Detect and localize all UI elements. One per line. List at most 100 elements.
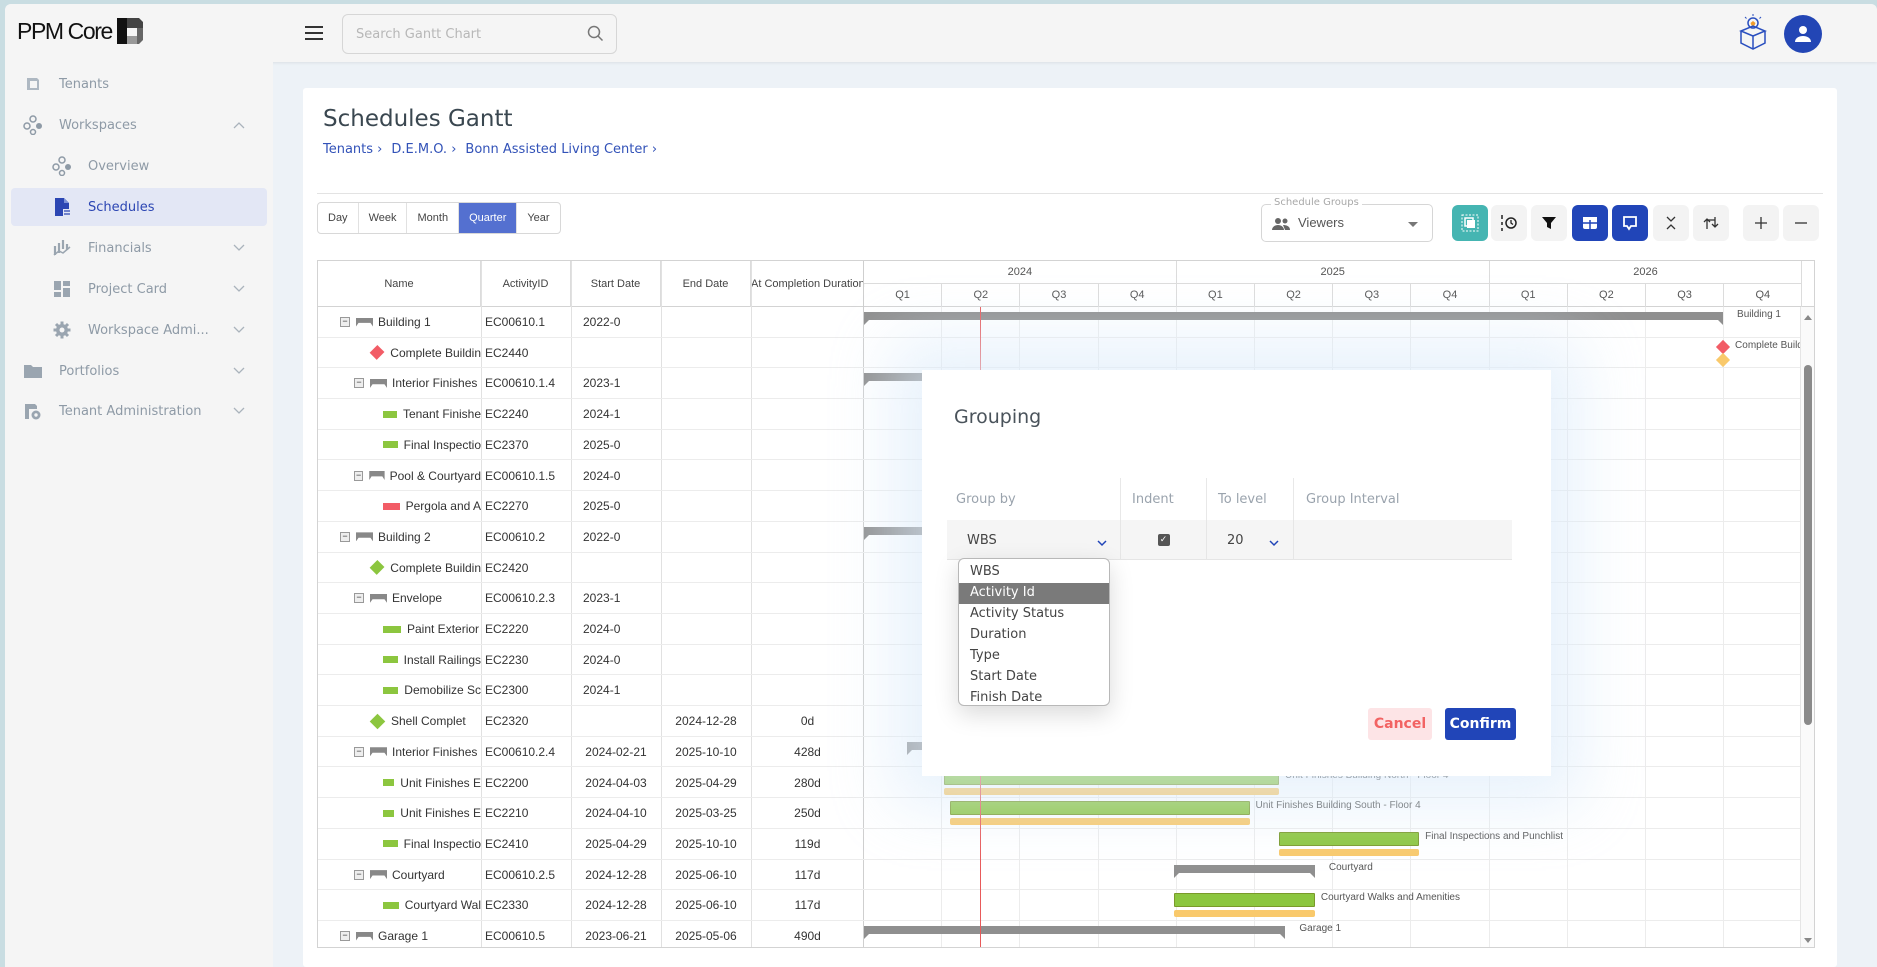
option-start-date[interactable]: Start Date [959,667,1109,688]
collapse-toggle-icon[interactable]: − [340,931,350,941]
collapse-toggle-icon[interactable]: − [354,470,364,481]
baseline-history-button[interactable] [1491,205,1527,241]
chevron-down-icon[interactable] [233,364,245,379]
activity-name: Interior Finishes [392,376,478,391]
divider [317,193,1823,194]
select-copy-button[interactable] [1452,205,1488,241]
sidebar-item-workspace-admin[interactable]: Workspace Admi... [11,311,267,349]
task-bar[interactable] [949,801,1250,816]
to-level-value: 20 [1227,532,1244,548]
scroll-down-icon[interactable] [1804,938,1812,943]
column-header-duration[interactable]: At Completion Duration [751,261,865,307]
summary-bar[interactable] [1173,864,1315,878]
zoom-in-button[interactable] [1743,205,1779,241]
chevron-down-icon[interactable] [233,404,245,419]
option-finish-date[interactable]: Finish Date [959,688,1109,709]
sidebar-item-schedules[interactable]: Schedules [11,188,267,226]
chevron-up-icon[interactable] [233,118,245,133]
sidebar-item-overview[interactable]: Overview [11,147,267,185]
cell-activity-id: EC2320 [485,714,529,729]
group-by-select[interactable]: WBS [947,520,1121,560]
logo[interactable]: PPM Core [17,16,145,46]
view-day-button[interactable]: Day [318,203,359,233]
option-activity-status[interactable]: Activity Status [959,604,1109,625]
sidebar-item-workspaces[interactable]: Workspaces [11,106,267,144]
chevron-down-icon[interactable] [233,282,245,297]
view-month-button[interactable]: Month [407,203,460,233]
cell-activity-id: EC2370 [485,437,529,452]
sidebar-item-portfolios[interactable]: Portfolios [11,352,267,390]
filter-button[interactable] [1531,205,1567,241]
cell-start-date [571,553,661,583]
confirm-button[interactable]: Confirm [1445,708,1516,740]
option-type[interactable]: Type [959,646,1109,667]
column-header-activityid[interactable]: ActivityID [481,261,571,307]
workspaces-icon [22,114,44,136]
collapse-toggle-icon[interactable]: − [340,317,350,327]
comments-button[interactable] [1612,205,1648,241]
collapse-toggle-icon[interactable]: − [354,869,364,880]
summary-bar[interactable] [864,312,1724,325]
sidebar-item-tenants[interactable]: Tenants [11,65,267,103]
whats-new-icon[interactable] [1736,13,1770,55]
sidebar-item-project-card[interactable]: Project Card [11,270,267,308]
page-title: Schedules Gantt [323,106,513,132]
header-to-level: To level [1207,478,1294,520]
quarter-header: Q3 [1020,284,1099,307]
task-bar[interactable] [1173,893,1315,908]
user-avatar[interactable] [1784,15,1822,53]
scroll-up-icon[interactable] [1804,315,1812,320]
quarter-header: Q2 [1255,284,1334,307]
chevron-down-icon[interactable] [233,323,245,338]
schedule-groups-select[interactable]: Schedule Groups Viewers [1261,197,1433,242]
search-icon[interactable] [587,25,604,46]
breadcrumb-tenants[interactable]: Tenants › [323,142,382,157]
critical-path-button[interactable] [1693,205,1729,241]
cancel-button[interactable]: Cancel [1368,708,1432,740]
sidebar-item-tenant-administration[interactable]: Tenant Administration [11,392,267,430]
chevron-down-icon[interactable] [233,241,245,256]
collapse-toggle-icon[interactable]: − [354,746,364,757]
column-header-end-date[interactable]: End Date [661,261,751,307]
option-wbs[interactable]: WBS [959,562,1109,583]
view-week-button[interactable]: Week [359,203,408,233]
task-bar-icon [383,502,400,510]
activity-name: Tenant Finishe [402,407,481,422]
to-level-select[interactable]: 20 [1207,520,1294,560]
breadcrumb-demo[interactable]: D.E.M.O. › [391,142,456,157]
milestone-marker[interactable] [1715,339,1731,354]
option-duration[interactable]: Duration [959,625,1109,646]
cell-duration [751,614,864,644]
indent-checkbox[interactable]: ✓ [1157,534,1170,546]
scrollbar-thumb[interactable] [1804,365,1812,725]
caret-down-icon [1408,222,1418,227]
column-header-start-date[interactable]: Start Date [571,261,661,307]
column-header-name[interactable]: Name [318,261,481,307]
task-bar-icon [383,656,398,664]
group-interval-cell[interactable] [1294,520,1512,560]
sidebar-item-financials[interactable]: Financials [11,229,267,267]
activity-name: Unit Finishes E [400,775,481,790]
collapse-toggle-icon[interactable]: − [340,531,350,542]
view-quarter-button[interactable]: Quarter [459,203,518,233]
collapse-toggle-icon[interactable]: − [354,378,364,389]
cell-start-date: 2023-06-21 [585,929,647,943]
quarter-header: Q1 [1177,284,1255,307]
collapse-toggle-icon[interactable]: − [354,593,364,604]
menu-icon[interactable] [305,26,323,40]
option-activity-id[interactable]: Activity Id [959,583,1109,604]
vertical-scrollbar[interactable] [1800,307,1814,947]
summary-bar[interactable] [864,926,1286,939]
zoom-out-button[interactable] [1783,205,1819,241]
view-year-button[interactable]: Year [517,203,559,233]
grid-view-button[interactable] [1572,205,1608,241]
task-bar[interactable] [1279,831,1420,846]
collapse-all-button[interactable] [1653,205,1689,241]
breadcrumb-project[interactable]: Bonn Assisted Living Center › [465,142,657,157]
top-bar: PPM Core [5,4,1877,62]
year-header: 2024 [864,261,1177,284]
milestone-icon [369,560,385,576]
search-input[interactable] [343,15,563,53]
folder-icon [22,360,44,382]
cell-start-date: 2024-04-03 [585,775,647,790]
